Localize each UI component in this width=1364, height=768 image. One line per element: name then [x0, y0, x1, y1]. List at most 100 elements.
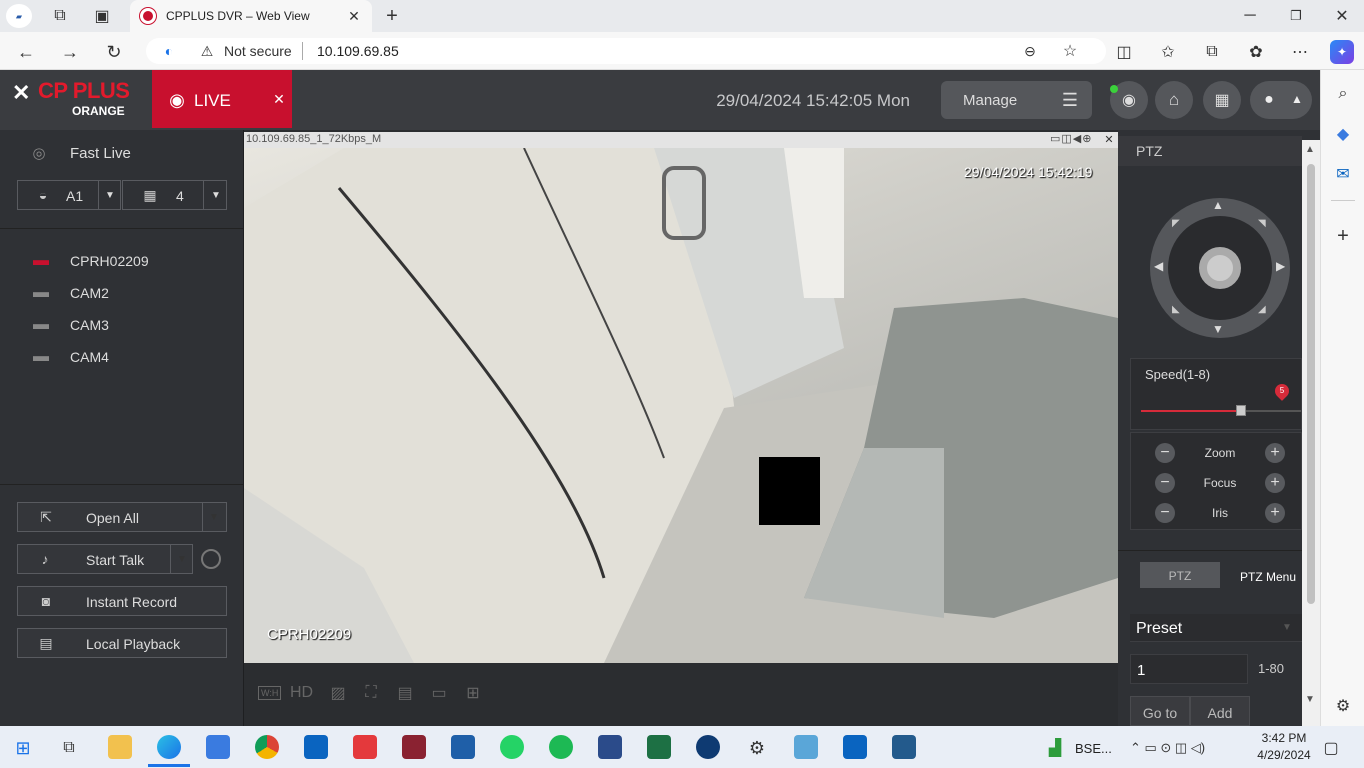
arrow-right-icon[interactable]: ▶: [1276, 259, 1285, 273]
focus-plus-button[interactable]: +: [1265, 473, 1285, 493]
arrow-up-left-icon[interactable]: ◤: [1172, 218, 1180, 229]
talk-status-indicator[interactable]: [201, 549, 221, 569]
scrollbar-thumb[interactable]: [1307, 164, 1315, 604]
more-menu-icon[interactable]: ⋯: [1288, 40, 1312, 64]
sidebar-search-icon[interactable]: ⌕: [1331, 82, 1355, 106]
tab-ptz[interactable]: PTZ: [1140, 562, 1220, 588]
camera-item[interactable]: ▬ CAM3: [0, 310, 243, 342]
video-close-icon[interactable]: ✕: [1102, 132, 1116, 146]
arrow-up-right-icon[interactable]: ◥: [1258, 218, 1266, 229]
image-adjust-icon[interactable]: ▨: [328, 683, 348, 703]
task-view-icon[interactable]: ⧉: [58, 737, 80, 759]
arrow-left-icon[interactable]: ◀: [1154, 259, 1163, 273]
app-window-icon[interactable]: [892, 735, 916, 759]
outlook-icon[interactable]: ✉: [1331, 162, 1355, 186]
layout-split-icon[interactable]: ▤: [395, 683, 415, 703]
local-playback-button[interactable]: ▤ Local Playback: [17, 628, 227, 658]
focus-minus-button[interactable]: −: [1155, 473, 1175, 493]
split-select[interactable]: ▦ 4 ▼: [122, 180, 227, 210]
teamviewer-icon[interactable]: [696, 735, 720, 759]
add-preset-button[interactable]: Add: [1190, 696, 1250, 726]
forward-icon[interactable]: →: [58, 40, 82, 64]
browser-tab-active[interactable]: CPPLUS DVR – Web View ✕: [130, 0, 372, 32]
scroll-down-icon[interactable]: ▼: [1305, 694, 1315, 705]
camera-item[interactable]: ▬ CAM2: [0, 278, 243, 310]
excel-icon[interactable]: [647, 735, 671, 759]
iris-plus-button[interactable]: +: [1265, 503, 1285, 523]
qr-code-icon[interactable]: ▦: [1203, 81, 1241, 119]
group-select[interactable]: ◒ A1 ▼: [17, 180, 121, 210]
layout-quad-icon[interactable]: ⊞: [463, 683, 483, 703]
favorites-icon[interactable]: ✩: [1156, 40, 1180, 64]
notifications-icon[interactable]: ▢: [1320, 737, 1342, 759]
live-close-icon[interactable]: ✕: [270, 90, 288, 108]
new-tab-icon[interactable]: +: [380, 4, 404, 28]
chrome-icon[interactable]: [255, 735, 279, 759]
video-feed[interactable]: 29/04/2024 15:42:19 CPRH02209: [244, 148, 1118, 663]
chevron-down-icon[interactable]: ▼: [173, 550, 191, 568]
extensions-icon[interactable]: ✿: [1244, 40, 1268, 64]
workspaces-icon[interactable]: ⧉: [48, 4, 72, 28]
notes-app-icon[interactable]: [794, 735, 818, 759]
camera-item[interactable]: ▬ CPRH02209: [0, 246, 243, 278]
tab-actions-icon[interactable]: ▣: [90, 4, 114, 28]
live-tab[interactable]: ◉ LIVE ✕: [152, 70, 292, 128]
store-icon[interactable]: [206, 735, 230, 759]
hd-toggle[interactable]: HD: [290, 684, 313, 702]
document-app-icon[interactable]: [451, 735, 475, 759]
file-explorer-icon[interactable]: [108, 735, 132, 759]
video-controls-icon[interactable]: ▭◫◀⊕: [1050, 132, 1092, 145]
copilot-icon[interactable]: ✦: [1330, 40, 1354, 64]
clock-date[interactable]: 4/29/2024: [1252, 748, 1316, 762]
arrow-down-right-icon[interactable]: ◢: [1258, 304, 1266, 315]
ptz-joystick[interactable]: ▲ ▼ ◀ ▶ ◤ ◥ ◣ ◢: [1150, 198, 1290, 338]
iris-minus-button[interactable]: −: [1155, 503, 1175, 523]
sidebar-app-icon[interactable]: ◆: [1331, 122, 1355, 146]
restore-icon[interactable]: ❐: [1284, 4, 1308, 28]
back-icon[interactable]: ←: [14, 40, 38, 64]
camera-item[interactable]: ▬ CAM4: [0, 342, 243, 374]
sidebar-settings-icon[interactable]: ⚙: [1331, 694, 1355, 718]
collections-icon[interactable]: ⧉: [1200, 40, 1224, 64]
zoom-out-icon[interactable]: ⊖: [1020, 41, 1040, 61]
chevron-down-icon[interactable]: ▼: [205, 508, 223, 526]
arrow-up-icon[interactable]: ▲: [1212, 198, 1224, 212]
url-text[interactable]: 10.109.69.85: [317, 43, 399, 59]
fullscreen-icon[interactable]: ⛶: [361, 683, 381, 703]
profile-avatar-icon[interactable]: ▰: [6, 4, 32, 28]
mail-icon[interactable]: [304, 735, 328, 759]
aspect-ratio-icon[interactable]: W:H: [258, 686, 282, 700]
spotify-icon[interactable]: [549, 735, 573, 759]
favorite-star-icon[interactable]: ☆: [1060, 41, 1080, 61]
split-screen-icon[interactable]: ◫: [1112, 40, 1136, 64]
refresh-icon[interactable]: ↻: [102, 40, 126, 64]
tray-icons[interactable]: ⌃ ▭ ⊙ ◫ ◁): [1130, 740, 1205, 756]
arrow-down-left-icon[interactable]: ◣: [1172, 304, 1180, 315]
home-icon[interactable]: ⌂: [1155, 81, 1193, 119]
joystick-center-icon[interactable]: [1199, 247, 1241, 289]
start-windows-icon[interactable]: ⊞: [12, 737, 34, 759]
sidebar-add-icon[interactable]: +: [1331, 224, 1355, 248]
minimize-icon[interactable]: ─: [1238, 4, 1262, 28]
scroll-up-icon[interactable]: ▲: [1305, 144, 1315, 155]
start-talk-button[interactable]: ♪ Start Talk ▼: [17, 544, 193, 574]
zoom-in-button[interactable]: +: [1265, 443, 1285, 463]
outlook-app-icon[interactable]: [843, 735, 867, 759]
address-bar[interactable]: ◐ ⚠ Not secure 10.109.69.85 ⊖ ☆: [146, 38, 1106, 64]
edge-browser-icon[interactable]: [157, 735, 181, 759]
window-close-icon[interactable]: ✕: [1330, 4, 1354, 28]
settings-icon[interactable]: ⚙: [746, 737, 768, 759]
open-all-button[interactable]: ⇱ Open All ▼: [17, 502, 227, 532]
tally-icon[interactable]: [402, 735, 426, 759]
tab-ptz-menu[interactable]: PTZ Menu: [1240, 570, 1296, 584]
instant-record-button[interactable]: ◙ Instant Record: [17, 586, 227, 616]
preset-number-input[interactable]: 1: [1130, 654, 1248, 684]
scrollbar[interactable]: ▲ ▼: [1302, 140, 1320, 726]
manage-button[interactable]: Manage ☰: [941, 81, 1092, 119]
zoom-out-button[interactable]: −: [1155, 443, 1175, 463]
stock-ticker[interactable]: BSE...: [1075, 741, 1112, 756]
app-icon[interactable]: [598, 735, 622, 759]
goto-button[interactable]: Go to: [1130, 696, 1190, 726]
user-menu-button[interactable]: ● ▲: [1250, 81, 1312, 119]
clock-time[interactable]: 3:42 PM: [1256, 731, 1312, 745]
